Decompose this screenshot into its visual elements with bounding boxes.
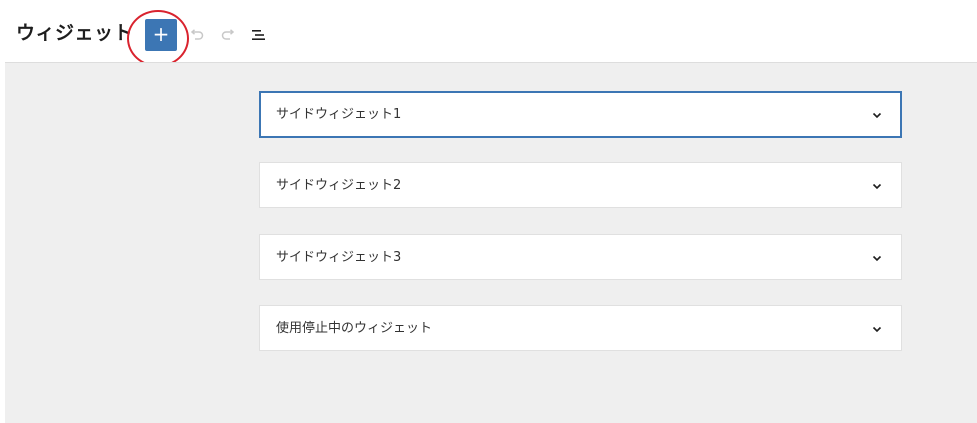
- widget-area-panel[interactable]: 使用停止中のウィジェット: [259, 305, 902, 351]
- page-title: ウィジェット: [16, 22, 134, 44]
- undo-icon: [190, 29, 204, 40]
- widget-area-panel[interactable]: サイドウィジェット2: [259, 162, 902, 208]
- chevron-down-icon[interactable]: [871, 323, 883, 335]
- chevron-down-icon[interactable]: [871, 109, 883, 121]
- redo-icon: [221, 29, 235, 40]
- widget-area-label: サイドウィジェット1: [276, 107, 402, 122]
- plus-icon: +: [152, 22, 170, 46]
- widget-area-label: サイドウィジェット3: [276, 250, 402, 265]
- chevron-down-icon[interactable]: [871, 180, 883, 192]
- list-view-icon: [252, 30, 265, 40]
- chevron-down-icon[interactable]: [871, 252, 883, 264]
- undo-button[interactable]: [186, 24, 208, 46]
- widget-area-label: サイドウィジェット2: [276, 178, 402, 193]
- top-toolbar: ウィジェット +: [0, 0, 977, 67]
- list-view-button[interactable]: [248, 24, 270, 46]
- redo-button[interactable]: [217, 24, 239, 46]
- add-block-button[interactable]: +: [145, 19, 177, 51]
- widget-area-label: 使用停止中のウィジェット: [276, 321, 433, 336]
- widget-area-panel[interactable]: サイドウィジェット3: [259, 234, 902, 280]
- widget-area-panel[interactable]: サイドウィジェット1: [259, 91, 902, 138]
